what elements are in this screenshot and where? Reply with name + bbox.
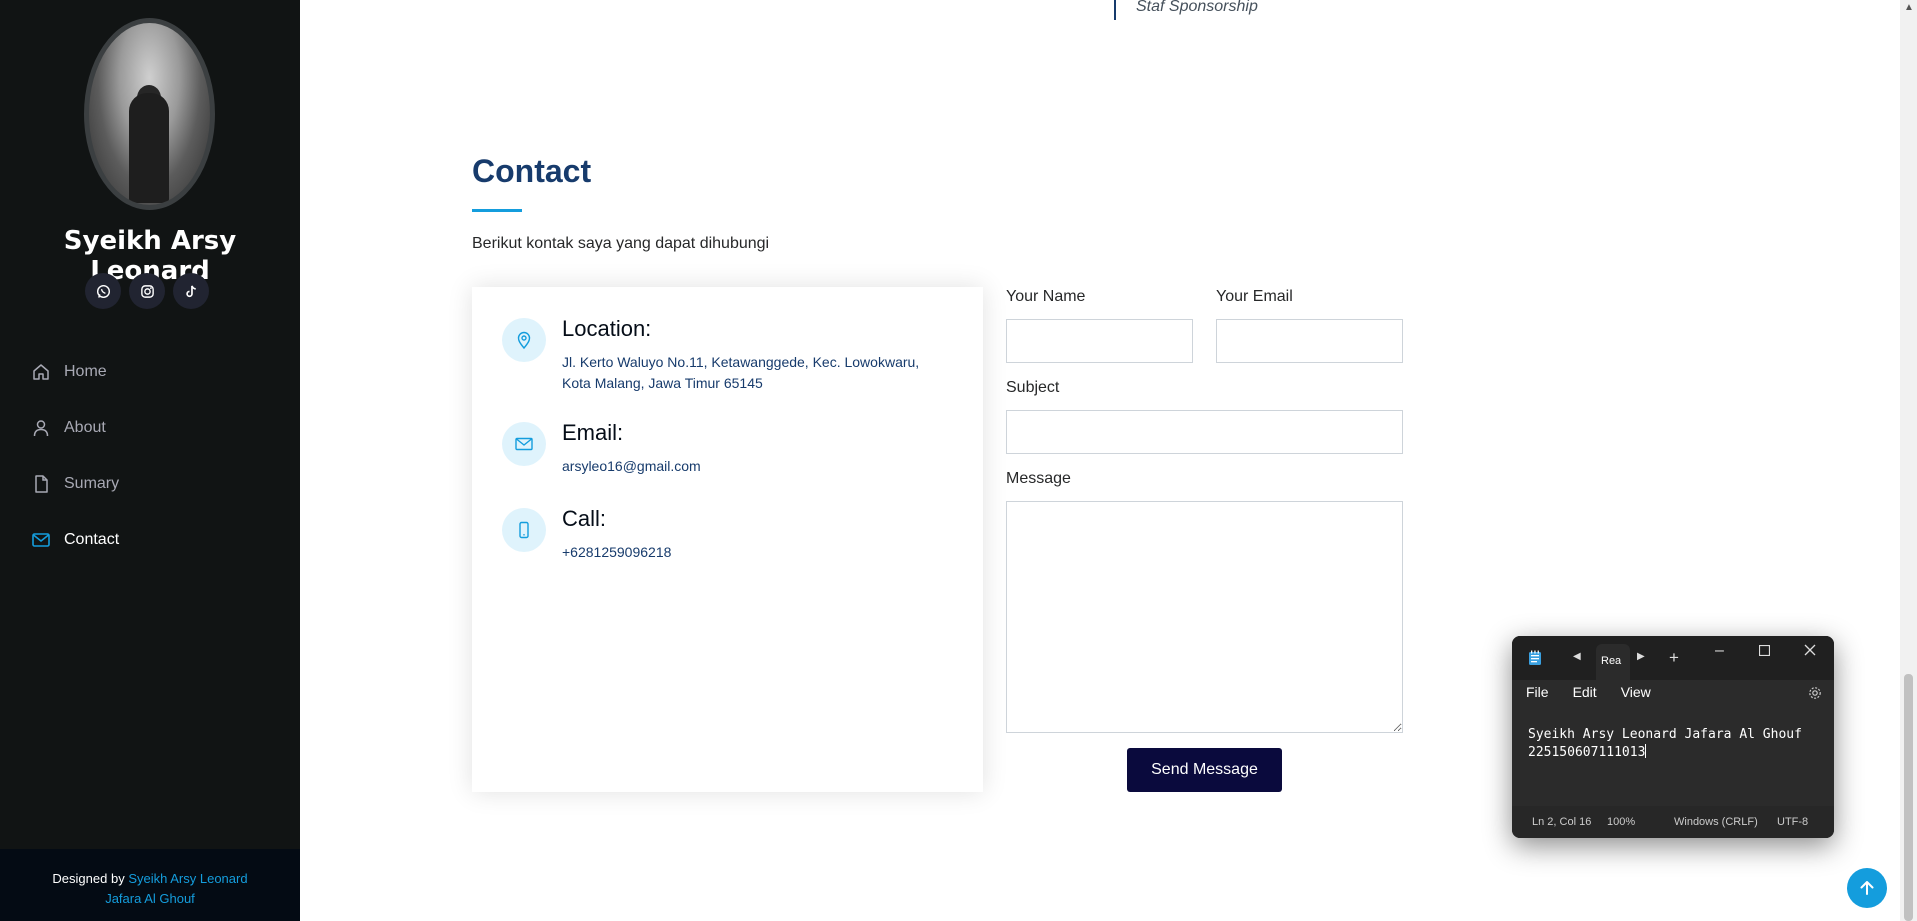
name-input[interactable]	[1006, 319, 1193, 363]
sidebar-nav: Home About Sumary Contact	[30, 344, 119, 568]
sidebar-footer: Designed by Syeikh Arsy Leonard Jafara A…	[0, 849, 300, 921]
menu-view[interactable]: View	[1621, 684, 1651, 700]
nav-item-about[interactable]: About	[30, 400, 119, 456]
nav-item-label: Home	[64, 363, 107, 380]
location-title: Location:	[562, 316, 652, 341]
back-to-top-button[interactable]	[1847, 868, 1887, 908]
envelope-icon	[30, 529, 52, 551]
menu-file[interactable]: File	[1526, 684, 1549, 700]
instagram-icon	[140, 284, 154, 298]
subject-input[interactable]	[1006, 410, 1403, 454]
editor-line: 225150607111013	[1528, 744, 1802, 762]
file-icon	[30, 473, 52, 495]
tiktok-icon	[185, 285, 196, 297]
nav-item-label: Contact	[64, 531, 120, 548]
profile-avatar	[84, 18, 215, 210]
person-icon	[30, 417, 52, 439]
notepad-menubar: File Edit View	[1526, 684, 1651, 700]
minimize-icon[interactable]: –	[1715, 642, 1724, 660]
social-links	[85, 273, 209, 309]
arrow-up-icon	[1860, 881, 1874, 895]
resume-item-marker	[1114, 0, 1116, 20]
location-line: Jl. Kerto Waluyo No.11, Ketawanggede, Ke…	[562, 354, 920, 370]
status-cursor-position: Ln 2, Col 16	[1532, 816, 1592, 828]
nav-item-contact[interactable]: Contact	[30, 512, 119, 568]
text-caret	[1645, 744, 1647, 758]
call-value: +6281259096218	[562, 544, 672, 560]
page-scrollbar[interactable]: ▲	[1900, 0, 1917, 921]
scroll-up-arrow-icon[interactable]: ▲	[1904, 2, 1914, 13]
tab-scroll-left-icon[interactable]: ◀	[1573, 651, 1581, 662]
notepad-app-icon	[1528, 650, 1542, 669]
editor-line: Syeikh Arsy Leonard Jafara Al Ghouf	[1528, 727, 1802, 742]
whatsapp-link[interactable]	[85, 273, 121, 309]
status-encoding: UTF-8	[1777, 816, 1809, 828]
subject-label: Subject	[1006, 379, 1060, 396]
tiktok-link[interactable]	[173, 273, 209, 309]
tab-scroll-right-icon[interactable]: ▶	[1637, 651, 1645, 662]
envelope-icon	[502, 422, 546, 466]
scrollbar-thumb[interactable]	[1904, 674, 1913, 921]
phone-icon	[502, 508, 546, 552]
section-description: Berikut kontak saya yang dapat dihubungi	[472, 235, 770, 252]
new-tab-icon[interactable]: +	[1669, 648, 1679, 668]
sidebar: Syeikh Arsy Leonard Home About Sumary Co…	[0, 0, 300, 921]
email-label: Your Email	[1216, 288, 1293, 305]
status-zoom: 100%	[1607, 816, 1636, 828]
location-line: Kota Malang, Jawa Timur 65145	[562, 375, 763, 391]
call-title: Call:	[562, 506, 607, 531]
title-underline	[472, 209, 522, 212]
email-input[interactable]	[1216, 319, 1403, 363]
nav-item-home[interactable]: Home	[30, 344, 119, 400]
map-pin-icon	[502, 318, 546, 362]
footer-author-link-line2[interactable]: Jafara Al Ghouf	[0, 889, 300, 909]
contact-info-card: Location: Jl. Kerto Waluyo No.11, Ketawa…	[472, 287, 983, 792]
location-text: Jl. Kerto Waluyo No.11, Ketawanggede, Ke…	[562, 352, 962, 394]
notepad-titlebar[interactable]: ◀ Rea ▶ + –	[1512, 636, 1834, 680]
send-message-button[interactable]: Send Message	[1127, 748, 1282, 792]
close-icon[interactable]	[1804, 643, 1816, 659]
message-label: Message	[1006, 470, 1071, 487]
nav-item-sumary[interactable]: Sumary	[30, 456, 119, 512]
footer-author-link[interactable]: Syeikh Arsy Leonard	[128, 871, 247, 886]
status-line-ending: Windows (CRLF)	[1674, 816, 1758, 828]
home-icon	[30, 361, 52, 383]
section-title: Contact	[472, 153, 592, 189]
editor-line-text: 225150607111013	[1528, 745, 1646, 760]
nav-item-label: Sumary	[64, 475, 120, 492]
message-textarea[interactable]	[1006, 501, 1403, 733]
notepad-editor[interactable]: Syeikh Arsy Leonard Jafara Al Ghouf 2251…	[1528, 726, 1802, 762]
avatar-figure-body	[129, 93, 169, 203]
footer-prefix: Designed by	[52, 871, 125, 886]
maximize-icon[interactable]	[1758, 643, 1771, 659]
whatsapp-icon	[96, 284, 110, 298]
nav-item-label: About	[64, 419, 106, 436]
menu-edit[interactable]: Edit	[1573, 684, 1597, 700]
notepad-window: ◀ Rea ▶ + – File Edit View Syeikh Arsy L…	[1512, 636, 1834, 838]
email-value: arsyleo16@gmail.com	[562, 458, 701, 474]
notepad-tab[interactable]: Rea	[1596, 644, 1630, 680]
email-title: Email:	[562, 420, 624, 445]
resume-item-text: Staf Sponsorship	[1136, 0, 1258, 15]
notepad-statusbar: Ln 2, Col 16 100% Windows (CRLF) UTF-8	[1512, 806, 1834, 838]
instagram-link[interactable]	[129, 273, 165, 309]
name-label: Your Name	[1006, 288, 1086, 305]
settings-gear-icon[interactable]	[1808, 686, 1822, 703]
